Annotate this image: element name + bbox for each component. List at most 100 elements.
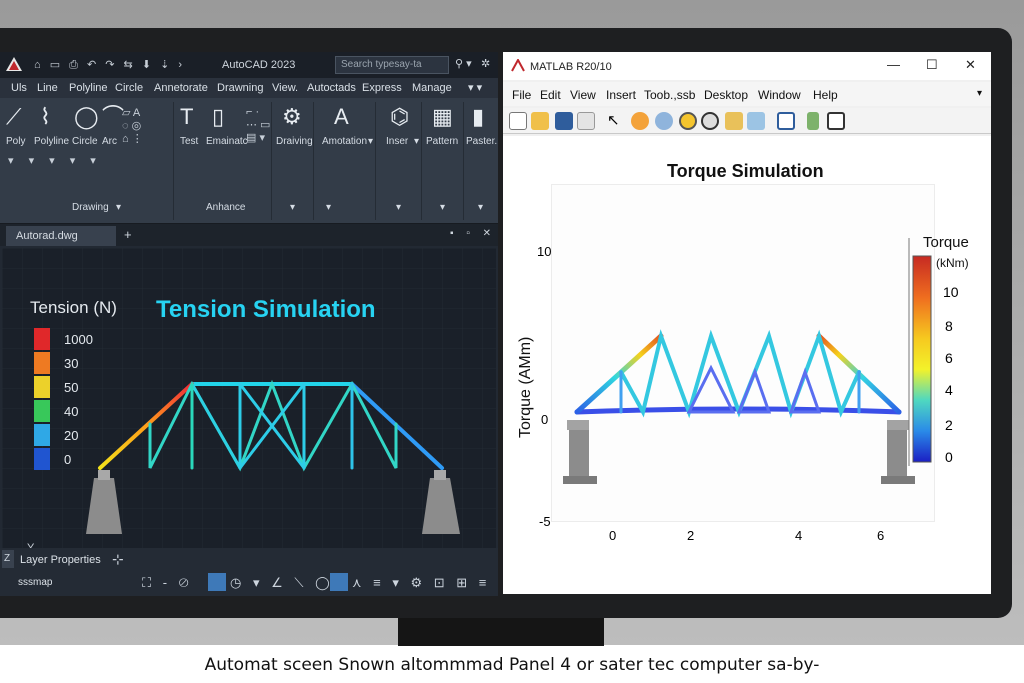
ribbon-label-test[interactable]: Test [180,136,198,147]
ribbon-panel-title-drawing: Drawing [72,202,109,213]
ribbon-label-arc[interactable]: Arc [102,136,117,147]
lineweight-toggle-icon[interactable] [330,573,348,591]
matlab-app-title: MATLAB R20/10 [530,61,612,73]
command-line[interactable]: sssmap [18,577,52,588]
chevron-down-icon[interactable]: ▾ [326,202,331,213]
polyline-tool-icon[interactable]: ⌇ [40,106,51,128]
colorbar-icon[interactable] [807,112,819,130]
pointer-icon[interactable]: ↖ [607,111,620,129]
open-file-icon[interactable] [531,112,549,130]
ribbon-label-poly[interactable]: Poly [6,136,25,147]
colorbar-tick: 6 [945,350,953,366]
new-figure-icon[interactable] [509,112,527,130]
menu-item[interactable]: Drawning [217,82,263,94]
menu-item[interactable]: Window [758,88,801,102]
menu-item[interactable]: Circle [115,82,143,94]
chevron-down-icon[interactable]: ▾ [368,136,373,147]
small-tools-icons[interactable]: ▱ A ◌ ◎ ⌂ ⋮ [122,106,143,145]
menu-item[interactable]: Edit [540,88,561,102]
ribbon-label-draiving[interactable]: Draiving [276,136,313,147]
new-tab-icon[interactable]: + [124,227,132,242]
document-tab[interactable]: Autorad.dwg [6,226,116,246]
ribbon-label-pattern[interactable]: Pattern [426,136,458,147]
autocad-menubar: Uls Line Polyline Circle Annetorate Draw… [0,78,498,98]
menu-item[interactable]: Uls [11,82,27,94]
minimize-icon[interactable]: — [887,57,900,72]
pattern-tool-icon[interactable]: ▦ [432,106,453,128]
emainatc-tool-icon[interactable]: ▯ [212,106,224,128]
chevron-down-icon[interactable]: ▾ [440,202,445,213]
autocad-window: ⌂ ▭ ⎙ ↶ ↷ ⇆ ⬇ ⇣ › AutoCAD 2023 Search ty… [0,52,498,596]
text-tool-icon[interactable]: T [180,106,193,128]
zoom-out-icon[interactable] [655,112,673,130]
ribbon-panel-drawing: ⟋ ⌇ ◯ ⌒ ▱ A ◌ ◎ ⌂ ⋮ Poly Polyline Circle A… [2,102,174,220]
monitor-stand [398,618,604,646]
ribbon-label-polyline[interactable]: Polyline [34,136,69,147]
chevron-down-icon[interactable]: ▾ [396,202,401,213]
menu-item[interactable]: Line [37,82,58,94]
ribbon-panel-inser: ⌬ Inser ▾ ▾ [378,102,422,220]
zoom-in-icon[interactable] [631,112,649,130]
menu-item[interactable]: View. [272,82,298,94]
ribbon-label-inser[interactable]: Inser [386,136,408,147]
close-icon[interactable]: ✕ [965,57,976,73]
save-icon[interactable] [555,112,573,130]
paste-tool-icon[interactable]: ▮ [472,106,484,128]
status-toggle-icons[interactable]: ⛶ ‑ ⊘ [142,575,193,591]
link-plot-icon[interactable] [777,112,795,130]
document-tabs: Autorad.dwg + ▪ ▫ ✕ [0,224,498,246]
maximize-icon[interactable]: ☐ [926,57,938,73]
viewport-controls-icons[interactable]: ▪ ▫ ✕ [450,228,496,239]
layer-properties-label[interactable]: Layer Properties [20,554,101,566]
amotation-tool-icon[interactable]: A [334,106,349,128]
colorbar-title: Torque [923,234,969,251]
menu-item[interactable]: Annetorate [154,82,208,94]
menu-item[interactable]: Insert [606,88,636,102]
brush-icon[interactable] [747,112,765,130]
menu-expand-icon[interactable]: ▾ [977,88,982,99]
close-palette-icon[interactable]: Z [2,550,14,568]
chevron-down-icon[interactable]: ▾ [478,202,483,213]
workspace-icons[interactable]: ⋏ ≡ ▾ ⚙ ⊡ ⊞ ≡ [352,575,490,591]
grid-toggle-icon[interactable] [208,573,226,591]
pin-icon[interactable]: ⊹ [112,551,124,568]
draw-dropdown-icons[interactable]: ▾ ▾ ▾ ▾ ▾ [8,154,102,167]
menu-item[interactable]: Toob.,ssb [644,88,695,102]
quick-access-icons[interactable]: ⌂ ▭ ⎙ ↶ ↷ ⇆ ⬇ ⇣ › [34,58,185,72]
data-cursor-icon[interactable] [725,112,743,130]
draiving-tool-icon[interactable]: ⚙ [282,106,302,128]
legend-icon[interactable] [827,112,845,130]
chevron-down-icon[interactable]: ▾ [116,202,121,213]
drawing-canvas[interactable]: Tension Simulation Tension (N) 1000 30 50 4… [2,248,496,596]
left-support [569,428,589,476]
menu-expand-icon[interactable]: ▾ ▾ [468,81,482,94]
menu-item[interactable]: Autoctads [307,82,356,94]
search-icon[interactable]: ⚲ ▾ [455,57,472,70]
colorbar-tick: 0 [945,449,953,465]
menu-item[interactable]: Manage [412,82,452,94]
rotate-icon[interactable] [701,112,719,130]
inser-tool-icon[interactable]: ⌬ [390,106,409,128]
ribbon-label-amotation[interactable]: Amotation [322,136,367,147]
ribbon-label-paster[interactable]: Paster. [466,136,497,147]
menu-item[interactable]: Help [813,88,838,102]
poly-tool-icon[interactable]: ⟋ [6,106,21,128]
ribbon-label-emainatc[interactable]: Emainatc [206,136,248,147]
ribbon-label-circle[interactable]: Circle [72,136,98,147]
search-input[interactable]: Search typesay-ta [335,56,449,74]
anhance-small-icons[interactable]: ⌐ · ⋯ ▭ ▤ ▾ [246,106,270,144]
menu-item[interactable]: Express [362,82,402,94]
menu-item[interactable]: Desktop [704,88,748,102]
pan-icon[interactable] [679,112,697,130]
circle-tool-icon[interactable]: ◯ [74,106,99,128]
print-icon[interactable] [577,112,595,130]
menu-item[interactable]: File [512,88,531,102]
ribbon-panel-pattern: ▦ Pattern ▾ [424,102,464,220]
chevron-down-icon[interactable]: ▾ [290,202,295,213]
menu-item[interactable]: Polyline [69,82,108,94]
settings-icon[interactable]: ✲ [481,57,490,70]
chevron-down-icon[interactable]: ▾ [414,136,419,147]
menu-item[interactable]: View [570,88,596,102]
ribbon-panel-paster: ▮ Paster. ▾ [466,102,498,220]
arc-tool-icon[interactable]: ⌒ [102,106,124,128]
